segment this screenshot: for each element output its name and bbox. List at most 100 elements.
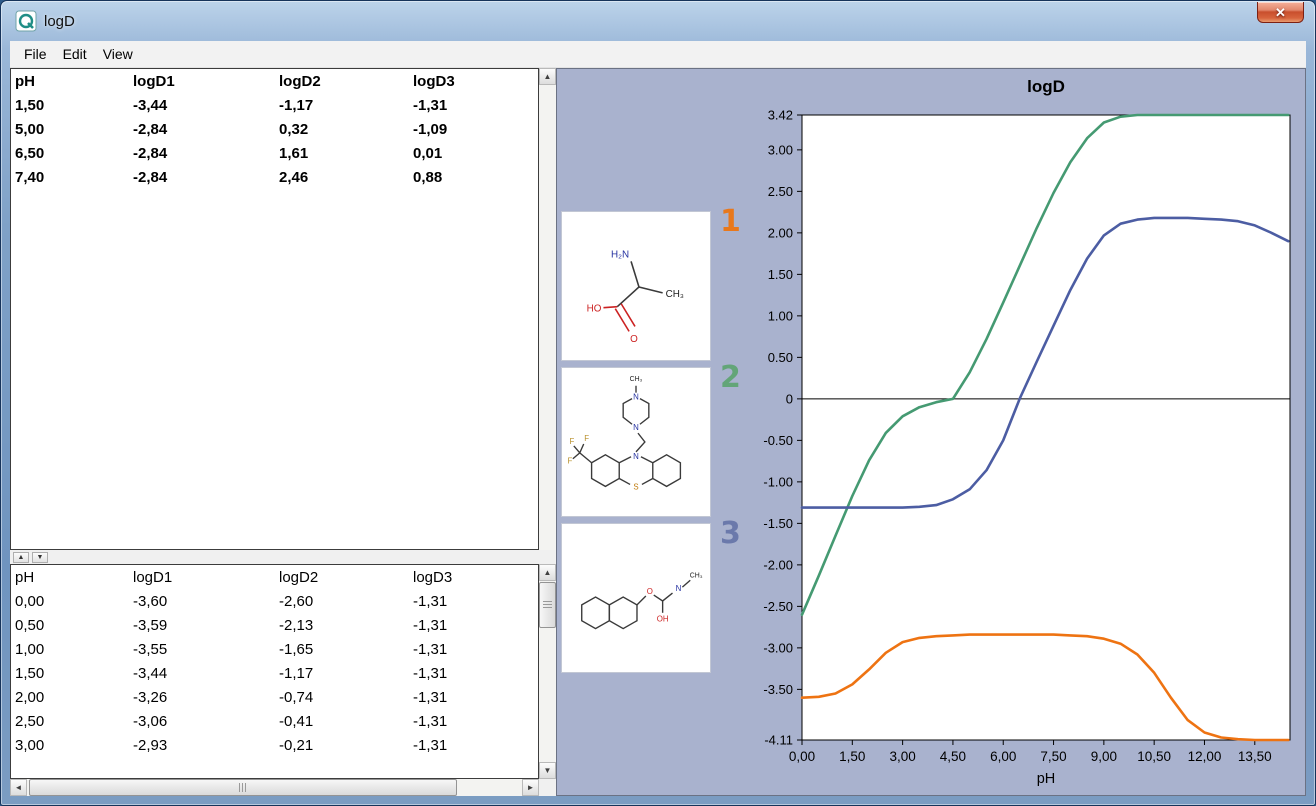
title-bar[interactable]: logD ✕ (1, 1, 1315, 41)
column-header: pH (15, 70, 133, 94)
table-cell: 6,50 (15, 142, 133, 166)
y-tick-label: -2.50 (763, 599, 793, 614)
table-cell: 1,50 (15, 94, 133, 118)
tables-pane: pHlogD1logD2logD31,50-3,44-1,17-1,315,00… (10, 68, 556, 796)
table-cell: -3,55 (133, 638, 279, 662)
column-header: logD2 (279, 70, 413, 94)
logd-table-top: pHlogD1logD2logD31,50-3,44-1,17-1,315,00… (10, 68, 539, 550)
table-row[interactable]: 0,00-3,60-2,60-1,31 (11, 590, 538, 614)
structure-image-alanine: H₂N CH₃ HO O (562, 212, 710, 360)
x-tick-label: 7,50 (1040, 749, 1066, 764)
chart-plot: 3.423.002.502.001.501.000.500-0.50-1.00-… (740, 101, 1302, 791)
structure-box-2[interactable]: N S N N CH₃ F F F (561, 367, 711, 517)
x-tick-label: 1,50 (839, 749, 865, 764)
vertical-scroll-thumb[interactable] (539, 582, 556, 628)
structure-box-1[interactable]: H₂N CH₃ HO O (561, 211, 711, 361)
table-cell: -3,06 (133, 710, 279, 734)
splitter-down-icon: ▼ (37, 554, 44, 561)
x-tick-label: 13,50 (1238, 749, 1272, 764)
compound-number-2: 2 (720, 363, 741, 393)
x-tick-label: 10,50 (1137, 749, 1171, 764)
table-row[interactable]: 1,50-3,44-1,17-1,31 (11, 662, 538, 686)
y-tick-label: -3.00 (763, 640, 793, 655)
splitter-down-button[interactable]: ▼ (32, 552, 48, 563)
scroll-up-button[interactable]: ▲ (539, 564, 556, 581)
atom-label: F (569, 437, 574, 446)
x-tick-label: 9,00 (1091, 749, 1117, 764)
menu-edit[interactable]: Edit (55, 42, 95, 66)
scroll-track[interactable] (539, 85, 556, 550)
table-row[interactable]: 7,40-2,842,460,88 (11, 166, 538, 190)
horizontal-scroll-track[interactable] (27, 779, 522, 796)
table-cell: 1,50 (15, 662, 133, 686)
top-table-vertical-scrollbar[interactable]: ▲ (539, 68, 556, 550)
table-cell: -1,31 (413, 638, 538, 662)
atom-label: N (633, 393, 639, 402)
x-tick-label: 6,00 (990, 749, 1016, 764)
table-row[interactable]: 1,00-3,55-1,65-1,31 (11, 638, 538, 662)
table-cell: -1,31 (413, 734, 538, 758)
scroll-right-icon: ► (527, 784, 535, 792)
table-header-row: pHlogD1logD2logD3 (11, 70, 538, 94)
bottom-table-vertical-scrollbar[interactable]: ▲ ▼ (539, 564, 556, 779)
horizontal-scrollbar[interactable]: ◄ ► (10, 779, 556, 796)
y-tick-label: -0.50 (763, 433, 793, 448)
y-tick-label: -1.50 (763, 516, 793, 531)
y-tick-label: 0 (786, 391, 793, 406)
window-title: logD (44, 13, 75, 30)
horizontal-scroll-thumb[interactable] (29, 779, 457, 796)
table-cell: -1,65 (279, 638, 413, 662)
column-header: pH (15, 566, 133, 590)
table-row[interactable]: 2,50-3,06-0,41-1,31 (11, 710, 538, 734)
x-tick-label: 0,00 (789, 749, 815, 764)
column-header: logD2 (279, 566, 413, 590)
table-row[interactable]: 5,00-2,840,32-1,09 (11, 118, 538, 142)
column-header: logD1 (133, 566, 279, 590)
table-row[interactable]: 1,50-3,44-1,17-1,31 (11, 94, 538, 118)
table-cell: -0,74 (279, 686, 413, 710)
column-header: logD3 (413, 70, 538, 94)
scroll-right-button[interactable]: ► (522, 779, 539, 796)
menu-view[interactable]: View (95, 42, 141, 66)
scroll-up-icon: ▲ (544, 73, 552, 81)
scroll-down-icon: ▼ (544, 767, 552, 775)
table-row[interactable]: 0,50-3,59-2,13-1,31 (11, 614, 538, 638)
atom-label: F (567, 457, 572, 466)
table-cell: -1,31 (413, 686, 538, 710)
splitter-up-button[interactable]: ▲ (13, 552, 29, 563)
table-row[interactable]: 2,00-3,26-0,74-1,31 (11, 686, 538, 710)
table-row[interactable]: 3,00-2,93-0,21-1,31 (11, 734, 538, 758)
y-tick-label: -3.50 (763, 682, 793, 697)
x-tick-label: 4,50 (940, 749, 966, 764)
table-cell: 2,00 (15, 686, 133, 710)
scroll-left-icon: ◄ (15, 784, 23, 792)
close-icon: ✕ (1275, 6, 1286, 19)
column-header: logD1 (133, 70, 279, 94)
table-cell: -1,31 (413, 590, 538, 614)
scrollbar-corner (539, 779, 556, 796)
y-tick-label: 3.00 (768, 142, 793, 157)
table-row[interactable]: 6,50-2,841,610,01 (11, 142, 538, 166)
atom-label: F (584, 434, 589, 443)
y-tick-label: 1.00 (768, 308, 793, 323)
y-tick-label: 2.50 (768, 184, 793, 199)
scroll-left-button[interactable]: ◄ (10, 779, 27, 796)
table-splitter[interactable]: ▲ ▼ (10, 550, 556, 564)
structure-image-propranolol: O OH N CH₃ (562, 524, 710, 672)
close-button[interactable]: ✕ (1257, 2, 1304, 23)
table-cell: -2,84 (133, 166, 279, 190)
table-cell: 2,50 (15, 710, 133, 734)
scroll-track[interactable] (539, 629, 556, 762)
table-cell: -0,21 (279, 734, 413, 758)
table-cell: 3,00 (15, 734, 133, 758)
scroll-up-button[interactable]: ▲ (539, 68, 556, 85)
atom-label: S (633, 482, 638, 491)
table-cell: -2,93 (133, 734, 279, 758)
y-tick-label: 3.42 (768, 108, 793, 123)
structure-box-3[interactable]: O OH N CH₃ (561, 523, 711, 673)
scroll-up-icon: ▲ (544, 569, 552, 577)
scroll-down-button[interactable]: ▼ (539, 762, 556, 779)
menu-file[interactable]: File (16, 42, 55, 66)
table-cell: -2,84 (133, 142, 279, 166)
structure-image-phenothiazine: N S N N CH₃ F F F (562, 368, 710, 516)
